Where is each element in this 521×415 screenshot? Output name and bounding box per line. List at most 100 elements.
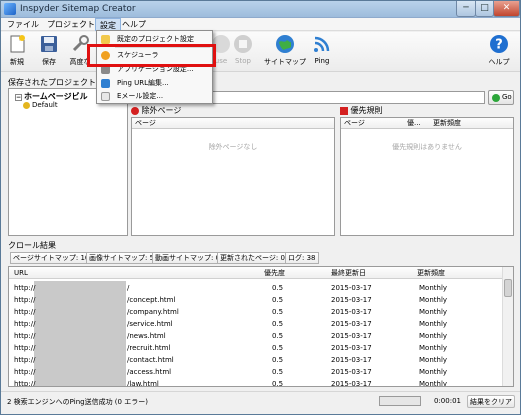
priority-empty-text: 優先規則はありません (392, 143, 462, 151)
priority-icon (340, 106, 348, 115)
url-input[interactable] (197, 91, 485, 104)
cell-url: http:// (14, 296, 36, 304)
menu-email-settings-label: Eメール設定... (117, 92, 164, 100)
cell-path: /recruit.html (127, 344, 171, 352)
cell-path: /news.html (127, 332, 166, 340)
scheduler-highlight-box (87, 44, 216, 67)
cell-priority: 0.5 (272, 296, 284, 304)
cell-freq: Monthly (419, 368, 448, 376)
header-last-modified[interactable]: 最終更新日 (331, 267, 366, 279)
excluded-pages-panel: ページ 除外ページなし (131, 117, 335, 236)
cell-date: 2015-03-17 (331, 368, 372, 376)
table-row[interactable]: http:// / 0.5 2015-03-17 Monthly (9, 282, 503, 294)
cell-url: http:// (14, 332, 36, 340)
cell-path: / (127, 284, 130, 292)
menu-email-settings[interactable]: Eメール設定... (97, 90, 212, 103)
tab-log[interactable]: ログ: 38 (285, 252, 319, 264)
minimize-button[interactable]: ─ (456, 1, 476, 17)
table-row[interactable]: http:// /concept.html 0.5 2015-03-17 Monthly (9, 294, 503, 306)
save-icon (41, 36, 57, 52)
cell-priority: 0.5 (272, 368, 284, 376)
window-title: Inspyder Sitemap Creator (20, 4, 136, 14)
cell-date: 2015-03-17 (331, 332, 372, 340)
menu-file[interactable]: ファイル (3, 18, 43, 31)
menu-ping-url-edit[interactable]: Ping URL編集... (97, 77, 212, 90)
header-priority[interactable]: 優先度 (264, 267, 285, 279)
stop-label: Stop (235, 57, 251, 65)
rss-icon (314, 36, 330, 52)
help-button[interactable]: ? ヘルプ (487, 34, 511, 67)
cell-path: /law.html (127, 380, 159, 387)
cell-url: http:// (14, 380, 36, 387)
project-icon (23, 101, 30, 109)
close-button[interactable]: ✕ (493, 1, 520, 17)
new-document-icon (10, 35, 25, 53)
sitemap-button[interactable]: サイトマップ (261, 34, 309, 67)
table-row[interactable]: http:// /company.html 0.5 2015-03-17 Monthly (9, 306, 503, 318)
help-label: ヘルプ (488, 58, 510, 66)
cell-url: http:// (14, 368, 36, 376)
save-button[interactable]: 保存 (37, 34, 61, 67)
tree-node-default-label: Default (32, 101, 58, 109)
elapsed-time: 0:00:01 (434, 397, 461, 405)
new-label: 新規 (10, 58, 24, 66)
priority-rules-title: 優先規則 (340, 105, 383, 116)
menu-project[interactable]: プロジェクト (43, 18, 99, 31)
table-row[interactable]: http:// /news.html 0.5 2015-03-17 Monthly (9, 330, 503, 342)
tree-collapse-icon[interactable]: − (15, 94, 22, 101)
title-bar: Inspyder Sitemap Creator ─ □ ✕ (1, 1, 520, 18)
tab-page-sitemap[interactable]: ページサイトマップ: 10 (10, 252, 93, 264)
ping-button[interactable]: Ping (311, 34, 333, 65)
new-button[interactable]: 新規 (5, 34, 29, 67)
priority-col-freq: 更新頻度 (433, 119, 461, 127)
go-label: Go (502, 93, 512, 101)
cell-path: /company.html (127, 308, 179, 316)
cell-path: /service.html (127, 320, 173, 328)
results-table: URL 優先度 最終更新日 更新頻度 http:// / 0.5 2015-03-17… (8, 266, 514, 387)
menu-ping-url-edit-label: Ping URL編集... (117, 79, 169, 87)
priority-col-priority: 優... (407, 119, 421, 127)
cell-freq: Monthly (419, 308, 448, 316)
status-message: 2 検索エンジンへのPing送信成功 (0 エラー) (7, 398, 148, 406)
table-row[interactable]: http:// /recruit.html 0.5 2015-03-17 Monthly (9, 342, 503, 354)
saved-projects-label: 保存されたプロジェクト (8, 78, 96, 87)
cell-path: /contact.html (127, 356, 174, 364)
go-button[interactable]: Go (488, 90, 514, 105)
progress-bar (379, 396, 421, 406)
cell-freq: Monthly (419, 356, 448, 364)
cell-freq: Monthly (419, 296, 448, 304)
tree-node-homepage-label: ホームページビル (24, 92, 88, 101)
maximize-button[interactable]: □ (475, 1, 494, 17)
cell-url: http:// (14, 356, 36, 364)
cell-date: 2015-03-17 (331, 380, 372, 387)
table-row[interactable]: http:// /service.html 0.5 2015-03-17 Monthly (9, 318, 503, 330)
header-url[interactable]: URL (14, 267, 28, 279)
tab-updated-pages[interactable]: 更新されたページ: 0 (217, 252, 288, 264)
cell-date: 2015-03-17 (331, 356, 372, 364)
table-row[interactable]: http:// /law.html 0.5 2015-03-17 Monthly (9, 378, 503, 387)
save-label: 保存 (42, 58, 56, 66)
tab-video-sitemap[interactable]: 動画サイトマップ: 0 (152, 252, 224, 264)
cell-url: http:// (14, 320, 36, 328)
tab-image-sitemap[interactable]: 画像サイトマップ: 5 (86, 252, 158, 264)
cell-date: 2015-03-17 (331, 284, 372, 292)
excluded-icon (131, 106, 139, 115)
menu-bar: ファイル プロジェクト 設定 ヘルプ (1, 18, 520, 31)
crawl-results-label: クロール結果 (8, 241, 56, 250)
cell-url: http:// (14, 308, 36, 316)
excluded-pages-title: 除外ページ (131, 105, 181, 116)
header-change-freq[interactable]: 更新頻度 (417, 267, 445, 279)
results-scrollbar[interactable] (502, 267, 513, 386)
table-row[interactable]: http:// /access.html 0.5 2015-03-17 Monthly (9, 366, 503, 378)
scroll-thumb[interactable] (504, 279, 512, 297)
stop-button[interactable]: Stop (232, 34, 254, 65)
ping-label: Ping (314, 57, 330, 65)
cell-priority: 0.5 (272, 380, 284, 387)
cell-freq: Monthly (419, 320, 448, 328)
tree-node-default[interactable]: Default (23, 101, 58, 109)
table-row[interactable]: http:// /contact.html 0.5 2015-03-17 Monthly (9, 354, 503, 366)
cell-priority: 0.5 (272, 344, 284, 352)
cell-priority: 0.5 (272, 308, 284, 316)
sitemap-label: サイトマップ (264, 58, 306, 66)
clear-results-button[interactable]: 結果をクリア (467, 395, 515, 408)
